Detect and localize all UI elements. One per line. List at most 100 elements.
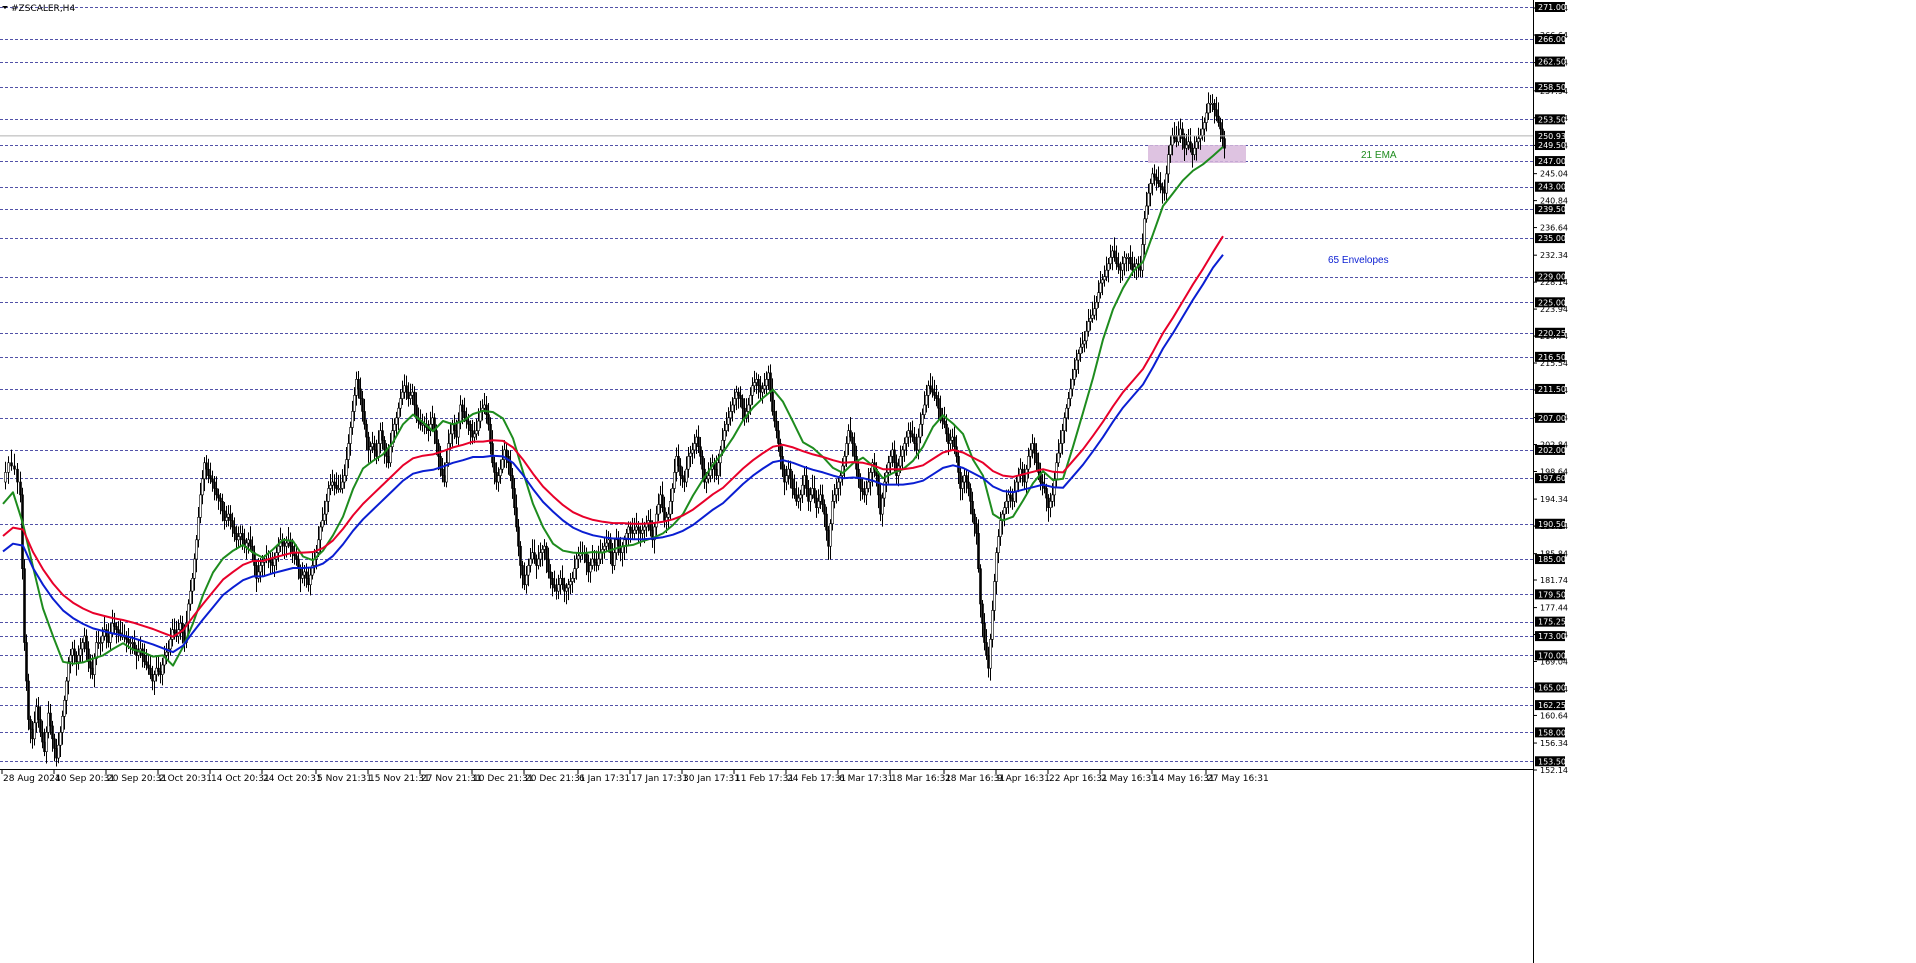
candle-body xyxy=(965,475,968,483)
candle-body xyxy=(1193,147,1196,155)
level-badge-text: 220.25 xyxy=(1538,329,1566,338)
candle-body xyxy=(1217,115,1220,123)
candle-body xyxy=(13,465,16,470)
candle-body xyxy=(599,552,602,560)
candle-body xyxy=(399,398,402,409)
level-badge-text: 153.50 xyxy=(1538,757,1566,766)
candle-body xyxy=(657,504,660,515)
date-label: 5 Nov 21:31 xyxy=(317,774,372,784)
candle-body xyxy=(39,719,42,733)
candle-body xyxy=(1051,494,1054,502)
candle-body xyxy=(247,539,250,544)
candle-body xyxy=(1151,173,1154,184)
candle-body xyxy=(537,558,540,566)
candle-body xyxy=(23,568,26,643)
candle-body xyxy=(1127,257,1130,259)
date-label: 27 May 16:31 xyxy=(1207,774,1269,784)
candle-body xyxy=(201,478,204,496)
candle-body xyxy=(341,481,344,489)
candle-body xyxy=(33,722,36,740)
candle-body xyxy=(1197,138,1200,143)
candle-body xyxy=(567,584,570,589)
candle-body xyxy=(329,484,332,489)
candle-body xyxy=(211,478,214,483)
candle-body xyxy=(143,655,146,663)
candle-body xyxy=(931,388,934,393)
candle-body xyxy=(1075,359,1078,370)
candle-body xyxy=(1079,346,1082,354)
candle-body xyxy=(551,578,554,586)
date-label: 6 Mar 17:31 xyxy=(839,774,893,784)
candle-body xyxy=(151,674,154,682)
candle-body xyxy=(949,440,952,444)
candle-body xyxy=(929,385,932,390)
candle-body xyxy=(643,526,646,531)
candle-body xyxy=(239,533,242,537)
candle-body xyxy=(1063,417,1066,431)
level-badge-text: 170.00 xyxy=(1538,651,1566,660)
candle-body xyxy=(943,420,946,425)
candle-body xyxy=(1033,443,1036,454)
candle-body xyxy=(79,648,82,656)
candle-body xyxy=(561,578,564,586)
candle-body xyxy=(1025,468,1028,483)
candle-body xyxy=(1201,128,1204,136)
candle-body xyxy=(249,539,252,547)
candle-body xyxy=(93,658,96,675)
candle-body xyxy=(717,462,720,476)
candle-body xyxy=(981,603,984,624)
candle-body xyxy=(729,411,732,419)
level-badge-text: 190.50 xyxy=(1538,520,1566,529)
candle-body xyxy=(681,475,684,480)
candle-body xyxy=(867,481,870,489)
candle-body xyxy=(757,379,760,387)
candle-body xyxy=(1023,475,1026,483)
candle-body xyxy=(913,436,916,444)
level-badge-text: 173.00 xyxy=(1538,632,1566,641)
price-chart[interactable]: 270.84266.64262.34257.94253.74249.44245.… xyxy=(0,0,1916,963)
candle-body xyxy=(835,488,838,496)
candle-body xyxy=(161,664,164,675)
candle-body xyxy=(155,667,158,675)
candle-body xyxy=(235,533,238,541)
candle-body xyxy=(1221,128,1224,139)
candle-body xyxy=(473,433,476,438)
date-label: 22 Apr 16:31 xyxy=(1049,774,1108,784)
date-label: 30 Jan 17:31 xyxy=(683,774,740,784)
candle-body xyxy=(323,513,326,521)
candle-body xyxy=(4,472,7,483)
candle-body xyxy=(917,436,920,451)
candle-body xyxy=(1203,122,1206,130)
candle-body xyxy=(205,462,208,470)
candle-body xyxy=(401,391,404,399)
candle-body xyxy=(1139,266,1142,271)
candle-body xyxy=(633,529,636,534)
candle-body xyxy=(1101,279,1104,284)
candle-body xyxy=(381,430,384,441)
candle-body xyxy=(467,420,470,425)
candle-body xyxy=(1149,183,1152,194)
candle-body xyxy=(821,494,824,505)
candle-body xyxy=(995,552,998,582)
candle-body xyxy=(463,411,466,419)
candle-body xyxy=(277,545,280,553)
candle-body xyxy=(791,478,794,489)
candle-body xyxy=(101,635,104,643)
candle-body xyxy=(223,510,226,521)
candle-body xyxy=(575,558,578,569)
candle-body xyxy=(1215,109,1218,117)
candle-body xyxy=(437,443,440,457)
candle-body xyxy=(245,542,248,547)
level-badge-text: 262.50 xyxy=(1538,58,1566,67)
candle-body xyxy=(1073,369,1076,380)
candle-body xyxy=(1205,112,1208,123)
candle-body xyxy=(1177,135,1180,143)
candle-body xyxy=(169,639,172,650)
candle-body xyxy=(973,513,976,525)
candle-body xyxy=(349,427,352,444)
candle-body xyxy=(1187,141,1190,146)
candle-body xyxy=(225,517,228,521)
candle-body xyxy=(197,517,200,541)
candle-body xyxy=(1031,443,1034,451)
chart-title-text: #ZSCALER,H4 xyxy=(11,4,75,14)
